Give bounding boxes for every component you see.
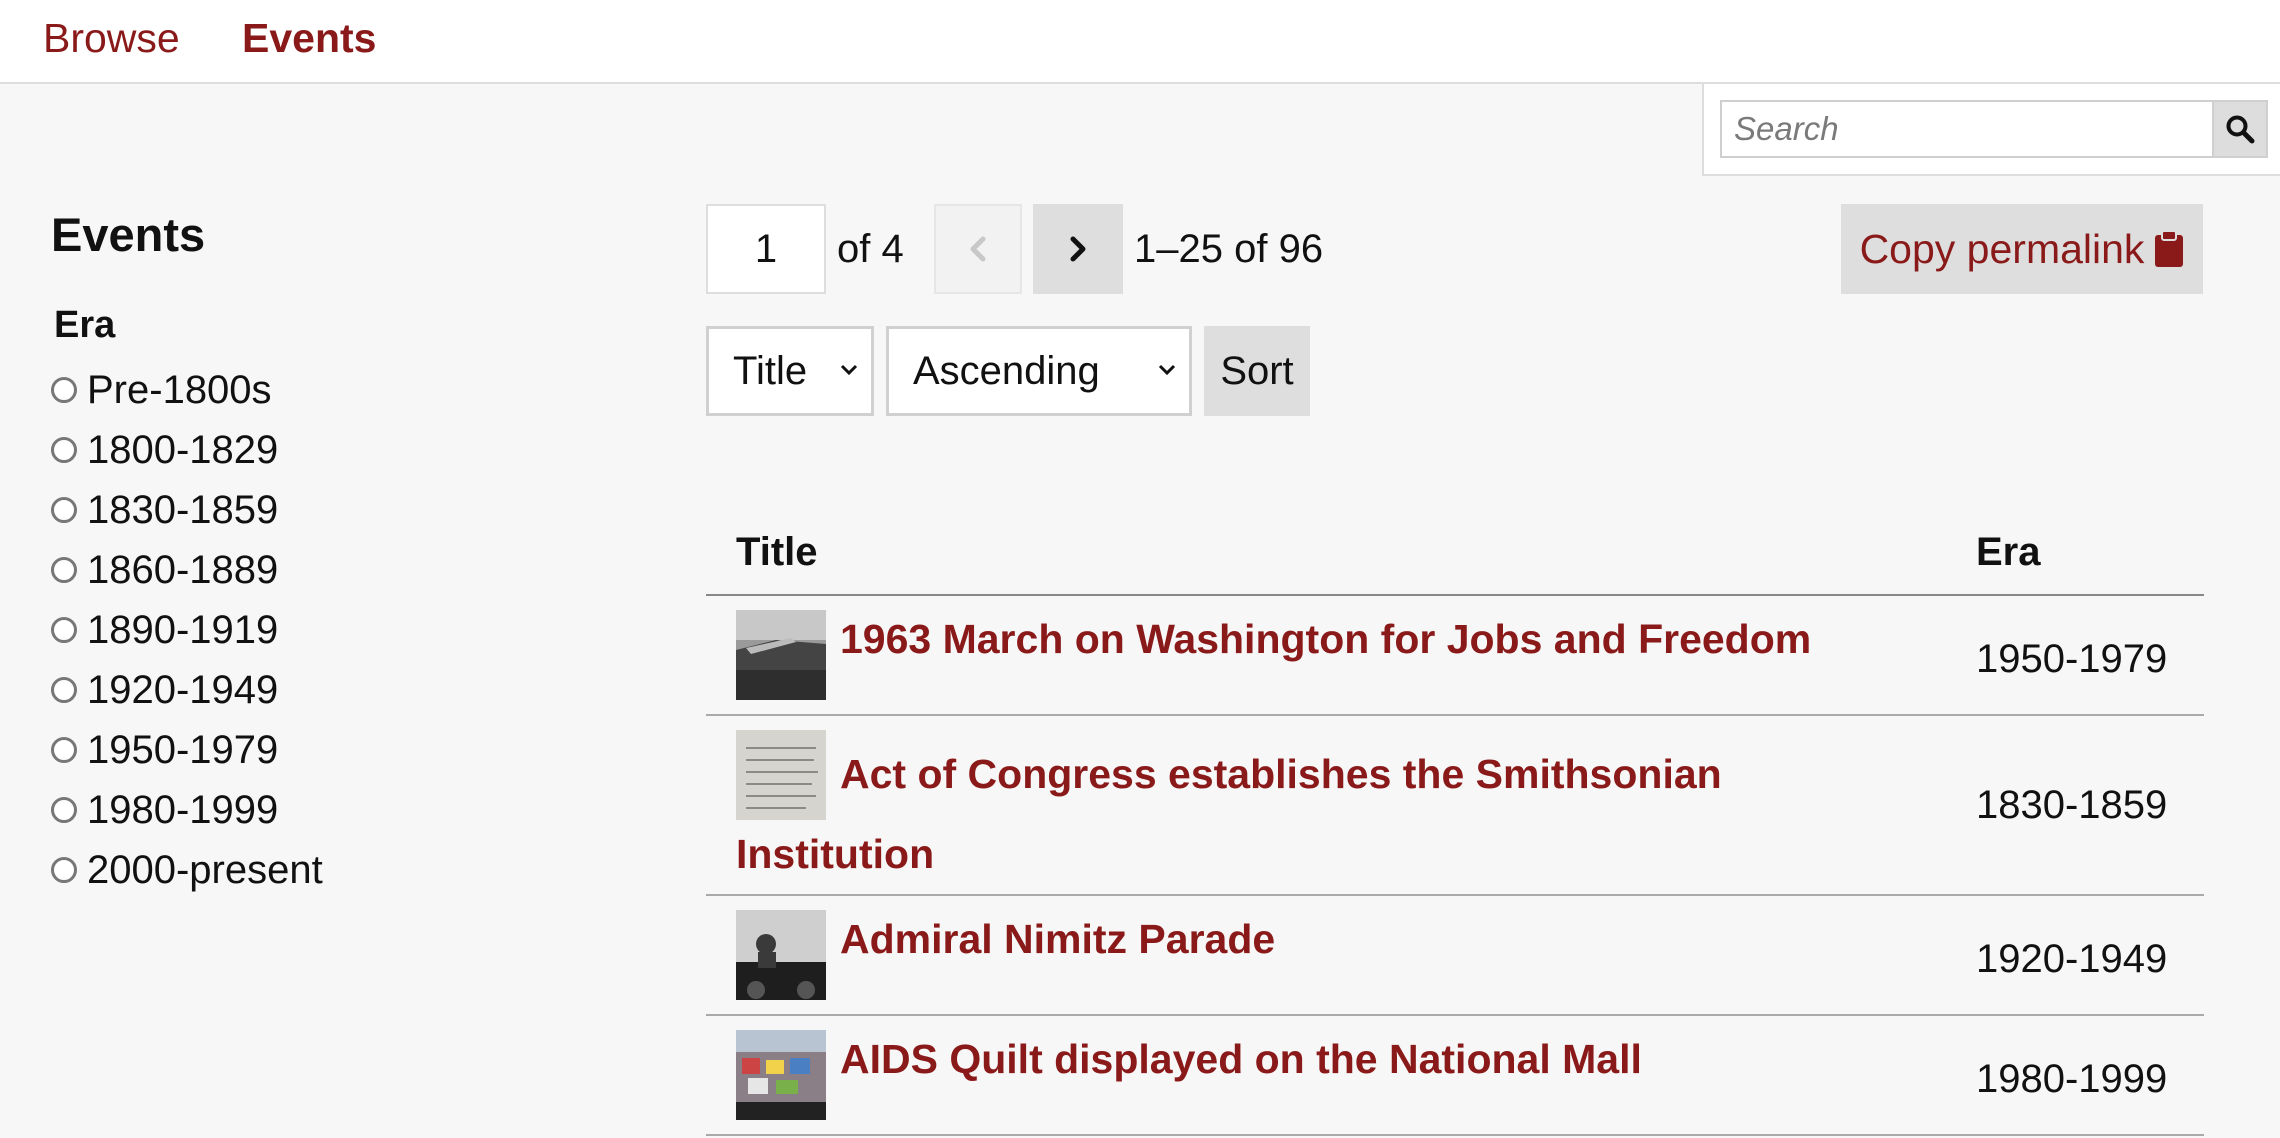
thumbnail-image[interactable] [736,910,826,1000]
table-row: AIDS Quilt displayed on the National Mal… [706,1016,2204,1136]
search-button[interactable] [2214,100,2268,158]
chevron-down-icon [840,364,858,376]
results-table: Title Era 1963 March on Washington for J… [706,520,2204,1136]
radio-button[interactable] [51,677,77,703]
nav-browse-link[interactable]: Browse [43,14,180,62]
event-title-link[interactable]: 1963 March on Washington for Jobs and Fr… [706,596,1906,662]
era-option-label: 1920-1949 [87,668,279,712]
page-number-input[interactable] [706,204,826,294]
era-option-label: 1980-1999 [87,788,279,832]
event-title-text: 1963 March on Washington for Jobs and Fr… [840,616,1812,662]
column-header-title[interactable]: Title [736,530,818,575]
era-option-label: 2000-present [87,848,323,892]
radio-button[interactable] [51,557,77,583]
radio-button[interactable] [51,437,77,463]
era-option[interactable]: 1950-1979 [50,720,323,780]
era-option-label: 1830-1859 [87,488,279,532]
radio-button[interactable] [51,857,77,883]
facet-heading-era: Era [54,304,116,346]
radio-button[interactable] [51,737,77,763]
chevron-down-icon [1158,364,1176,376]
event-era: 1980-1999 [1976,1057,2168,1101]
sort-order-select[interactable]: Ascending [886,326,1192,416]
nav-events-link[interactable]: Events [242,14,376,62]
search-icon [2226,115,2255,144]
copy-permalink-button[interactable]: Copy permalink [1841,204,2203,294]
era-option[interactable]: 1800-1829 [50,420,323,480]
search-form [1702,84,2280,176]
era-option[interactable]: 1890-1919 [50,600,323,660]
total-pages-label: of 4 [837,227,904,271]
table-row: Act of Congress establishes the Smithson… [706,716,2204,896]
next-page-button[interactable] [1033,204,1123,294]
era-option[interactable]: 1830-1859 [50,480,323,540]
era-option[interactable]: 1980-1999 [50,780,323,840]
top-nav: Browse Events [0,0,2280,84]
era-option-label: 1890-1919 [87,608,279,652]
table-row: 1963 March on Washington for Jobs and Fr… [706,596,2204,716]
radio-button[interactable] [51,377,77,403]
sidebar-title: Events [51,208,206,261]
result-range: 1–25 of 96 [1134,227,1324,271]
column-header-era[interactable]: Era [1976,530,2041,575]
era-option[interactable]: Pre-1800s [50,360,323,420]
event-title-text: Admiral Nimitz Parade [840,916,1276,962]
sort-order-value: Ascending [913,348,1100,393]
sort-field-select[interactable]: Title [706,326,874,416]
event-era: 1920-1949 [1976,937,2168,981]
sort-field-value: Title [733,348,808,393]
thumbnail-image[interactable] [736,1030,826,1120]
radio-button[interactable] [51,617,77,643]
chevron-left-icon [970,236,986,262]
thumbnail-image[interactable] [736,730,826,820]
radio-button[interactable] [51,497,77,523]
previous-page-button[interactable] [934,204,1022,294]
copy-permalink-label: Copy permalink [1859,225,2145,272]
era-option-label: 1800-1829 [87,428,279,472]
era-option[interactable]: 1860-1889 [50,540,323,600]
event-title-link[interactable]: AIDS Quilt displayed on the National Mal… [706,1016,1906,1082]
era-option[interactable]: 2000-present [50,840,323,900]
clipboard-icon [2155,230,2184,267]
thumbnail-image[interactable] [736,610,826,700]
event-era: 1950-1979 [1976,637,2168,681]
event-title-text: AIDS Quilt displayed on the National Mal… [840,1036,1642,1082]
event-title-link[interactable]: Admiral Nimitz Parade [706,896,1906,962]
search-input[interactable] [1720,100,2214,158]
table-row: Admiral Nimitz Parade 1920-1949 [706,896,2204,1016]
event-title-text: Act of Congress establishes the Smithson… [736,751,1722,877]
radio-button[interactable] [51,797,77,823]
era-option-label: 1860-1889 [87,548,279,592]
era-option-label: 1950-1979 [87,728,279,772]
table-header: Title Era [706,520,2204,596]
event-era: 1830-1859 [1976,783,2168,827]
event-title-link[interactable]: Act of Congress establishes the Smithson… [706,716,1806,894]
sort-button[interactable]: Sort [1204,326,1310,416]
era-option-label: Pre-1800s [87,368,272,412]
chevron-right-icon [1070,236,1086,262]
era-facet-list: Pre-1800s 1800-1829 1830-1859 1860-1889 … [50,360,323,900]
era-option[interactable]: 1920-1949 [50,660,323,720]
